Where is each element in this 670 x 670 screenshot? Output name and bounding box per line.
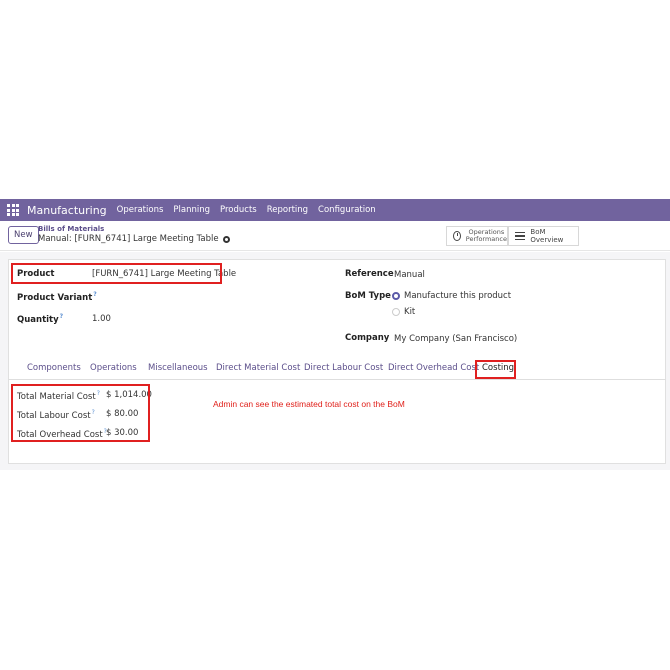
gear-icon[interactable] <box>222 235 230 243</box>
tab-direct-labour-cost[interactable]: Direct Labour Cost <box>304 363 383 373</box>
control-panel: New Bills of Materials Manual: [FURN_674… <box>0 221 670 251</box>
breadcrumb-parent[interactable]: Bills of Materials <box>38 225 104 233</box>
company-value[interactable]: My Company (San Francisco) <box>394 334 517 344</box>
costing-tab-highlight-box <box>475 360 516 379</box>
notebook-tabs: Components Operations Miscellaneous Dire… <box>8 358 666 380</box>
help-icon[interactable]: ? <box>93 291 96 298</box>
menu-configuration[interactable]: Configuration <box>318 205 376 215</box>
radio-kit[interactable] <box>392 308 400 316</box>
top-navbar: Manufacturing Operations Planning Produc… <box>0 199 670 221</box>
tab-operations[interactable]: Operations <box>90 363 137 373</box>
bom-overview-label: BoM Overview <box>530 228 564 244</box>
menu-products[interactable]: Products <box>220 205 257 215</box>
reference-label: Reference <box>345 269 394 279</box>
record-title: Manual: [FURN_6741] Large Meeting Table <box>38 234 219 244</box>
product-highlight-box <box>11 263 222 284</box>
help-icon[interactable]: ? <box>60 313 63 320</box>
tab-miscellaneous[interactable]: Miscellaneous <box>148 363 208 373</box>
annotation-text: Admin can see the estimated total cost o… <box>213 399 405 409</box>
menu-planning[interactable]: Planning <box>173 205 210 215</box>
menu-operations[interactable]: Operations <box>117 205 164 215</box>
breadcrumb-current: Manual: [FURN_6741] Large Meeting Table <box>38 234 230 244</box>
operations-performance-button[interactable]: Operations Performance <box>446 226 508 246</box>
new-button[interactable]: New <box>8 226 39 244</box>
company-label: Company <box>345 333 390 343</box>
smart-ops-line2: Performance <box>465 235 507 243</box>
bom-type-kit[interactable]: Kit <box>404 307 415 317</box>
quantity-value[interactable]: 1.00 <box>92 314 111 324</box>
product-variant-label: Product Variant? <box>17 291 97 303</box>
quantity-label: Quantity? <box>17 313 64 325</box>
reference-value[interactable]: Manual <box>394 270 425 280</box>
tab-direct-overhead-cost[interactable]: Direct Overhead Cost <box>388 363 479 373</box>
bom-type-label: BoM Type <box>345 291 391 301</box>
clock-icon <box>453 231 461 241</box>
radio-manufacture[interactable] <box>392 292 400 300</box>
costing-fields-highlight-box <box>11 384 150 442</box>
app-name[interactable]: Manufacturing <box>27 204 107 217</box>
bars-icon <box>515 231 526 241</box>
apps-grid-icon[interactable] <box>7 204 19 216</box>
tab-components[interactable]: Components <box>27 363 81 373</box>
bom-overview-button[interactable]: BoM Overview <box>508 226 579 246</box>
bom-type-manufacture[interactable]: Manufacture this product <box>404 291 511 301</box>
tab-direct-material-cost[interactable]: Direct Material Cost <box>216 363 300 373</box>
menu-reporting[interactable]: Reporting <box>267 205 308 215</box>
